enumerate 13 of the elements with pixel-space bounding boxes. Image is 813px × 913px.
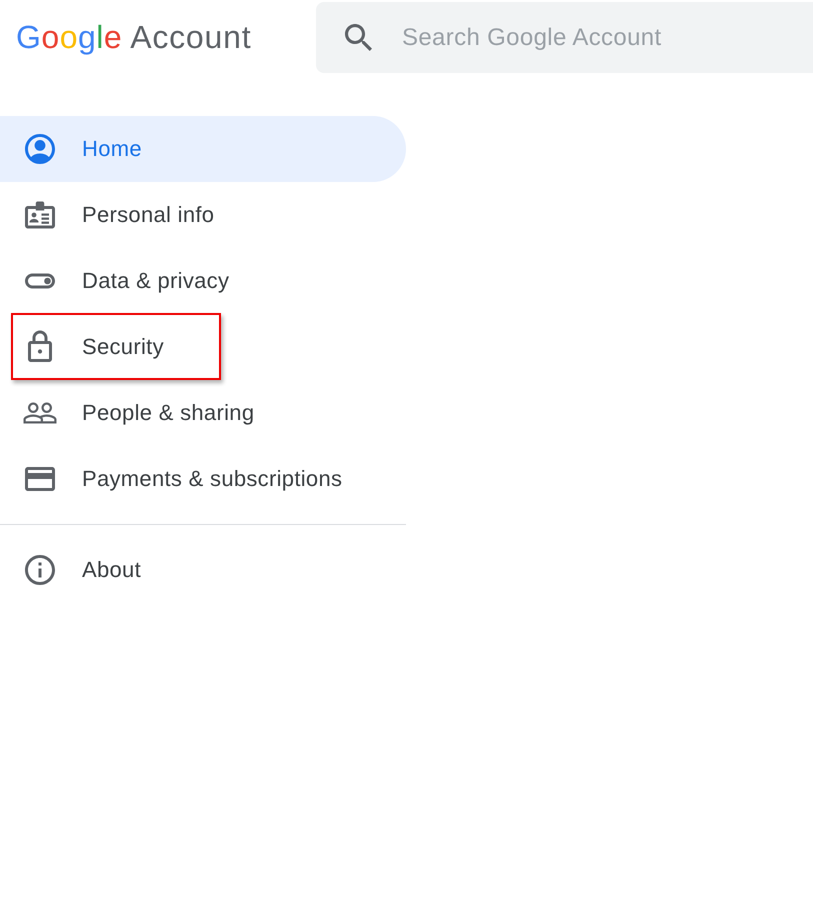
- info-icon: [22, 552, 58, 588]
- nav-item[interactable]: Payments & subscriptions: [0, 446, 406, 512]
- search-input[interactable]: Search Google Account: [402, 20, 813, 56]
- nav-item[interactable]: Data & privacy: [0, 248, 406, 314]
- nav-item[interactable]: Home: [0, 116, 406, 182]
- nav-item[interactable]: People & sharing: [0, 380, 406, 446]
- google-logo: Google: [16, 19, 122, 56]
- product-name: Account: [130, 19, 252, 56]
- nav-item[interactable]: About: [0, 537, 406, 603]
- nav-item[interactable]: Security: [0, 314, 406, 380]
- search-bar[interactable]: Search Google Account: [316, 2, 813, 73]
- nav-item[interactable]: Personal info: [0, 182, 406, 248]
- search-icon[interactable]: [345, 24, 372, 51]
